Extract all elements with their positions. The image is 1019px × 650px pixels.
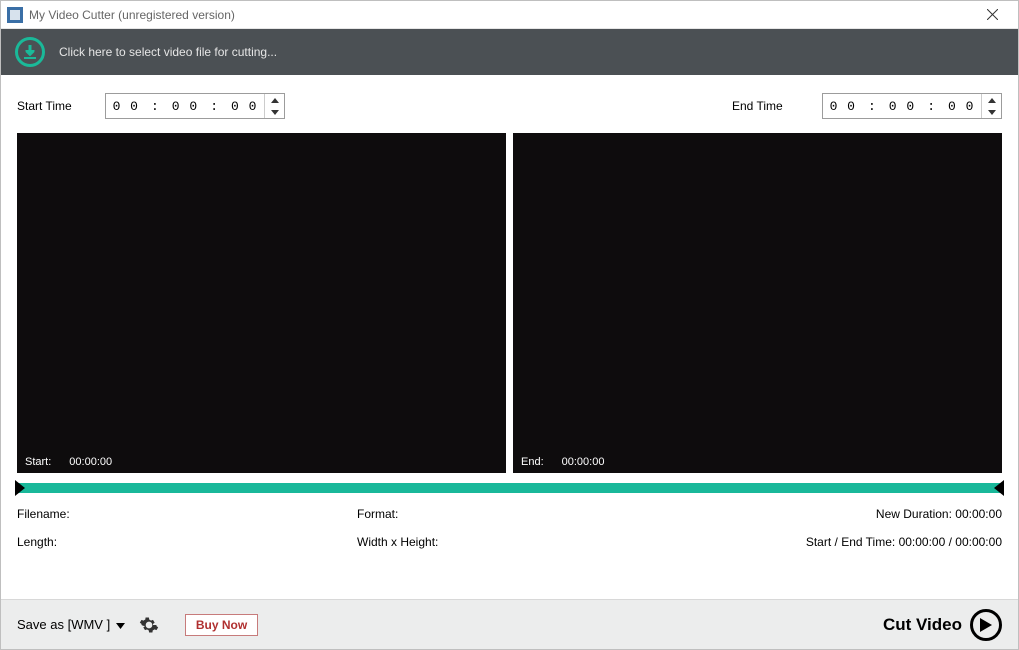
buy-now-button[interactable]: Buy Now: [185, 614, 258, 636]
gear-icon: [139, 615, 159, 635]
end-spin-up[interactable]: [982, 94, 1001, 106]
end-spin-down[interactable]: [982, 106, 1001, 118]
app-icon: [7, 7, 23, 23]
slider-end-handle[interactable]: [994, 480, 1004, 496]
range-slider[interactable]: [1, 473, 1018, 501]
filename-label: Filename:: [17, 507, 357, 521]
format-label: Format:: [357, 507, 806, 521]
window-title: My Video Cutter (unregistered version): [29, 8, 972, 22]
width-height-label: Width x Height:: [357, 535, 806, 549]
end-time-label: End Time: [732, 99, 822, 113]
start-end-row: Start / End Time: 00:00:00 / 00:00:00: [806, 535, 1002, 549]
chevron-down-icon: [114, 623, 125, 629]
close-button[interactable]: [972, 1, 1012, 29]
start-spin-up[interactable]: [265, 94, 284, 106]
start-time-input[interactable]: 0 0: 0 0: 0 0: [105, 93, 285, 119]
start-preview-label: Start:: [25, 456, 51, 468]
settings-button[interactable]: [137, 613, 161, 637]
end-preview-value: 00:00:00: [562, 456, 605, 468]
preview-row: Start: 00:00:00 End: 00:00:00: [1, 133, 1018, 473]
end-preview-panel: End: 00:00:00: [513, 133, 1002, 473]
start-hours: 0 0: [113, 99, 139, 114]
bottom-toolbar: Save as [WMV ] Buy Now Cut Video: [1, 599, 1018, 649]
save-as-dropdown[interactable]: Save as [WMV ]: [17, 617, 125, 632]
time-controls-row: Start Time 0 0: 0 0: 0 0 End Time 0 0: 0…: [1, 75, 1018, 133]
start-preview-panel: Start: 00:00:00: [17, 133, 506, 473]
file-info-row: Filename: Length: Format: Width x Height…: [1, 501, 1018, 555]
titlebar: My Video Cutter (unregistered version): [1, 1, 1018, 29]
slider-start-handle[interactable]: [15, 480, 25, 496]
select-file-bar[interactable]: Click here to select video file for cutt…: [1, 29, 1018, 75]
start-preview-value: 00:00:00: [69, 456, 112, 468]
end-minutes: 0 0: [889, 99, 915, 114]
start-minutes: 0 0: [172, 99, 198, 114]
end-seconds: 0 0: [948, 99, 974, 114]
start-seconds: 0 0: [231, 99, 257, 114]
end-time-input[interactable]: 0 0: 0 0: 0 0: [822, 93, 1002, 119]
end-preview-label: End:: [521, 456, 544, 468]
play-circle-icon: [970, 609, 1002, 641]
download-circle-icon: [15, 37, 45, 67]
end-hours: 0 0: [830, 99, 856, 114]
cut-video-label: Cut Video: [883, 615, 962, 635]
select-file-prompt: Click here to select video file for cutt…: [59, 45, 277, 59]
length-label: Length:: [17, 535, 357, 549]
new-duration-row: New Duration: 00:00:00: [806, 507, 1002, 521]
start-spin-down[interactable]: [265, 106, 284, 118]
cut-video-button[interactable]: Cut Video: [883, 609, 1002, 641]
start-time-label: Start Time: [17, 99, 105, 113]
